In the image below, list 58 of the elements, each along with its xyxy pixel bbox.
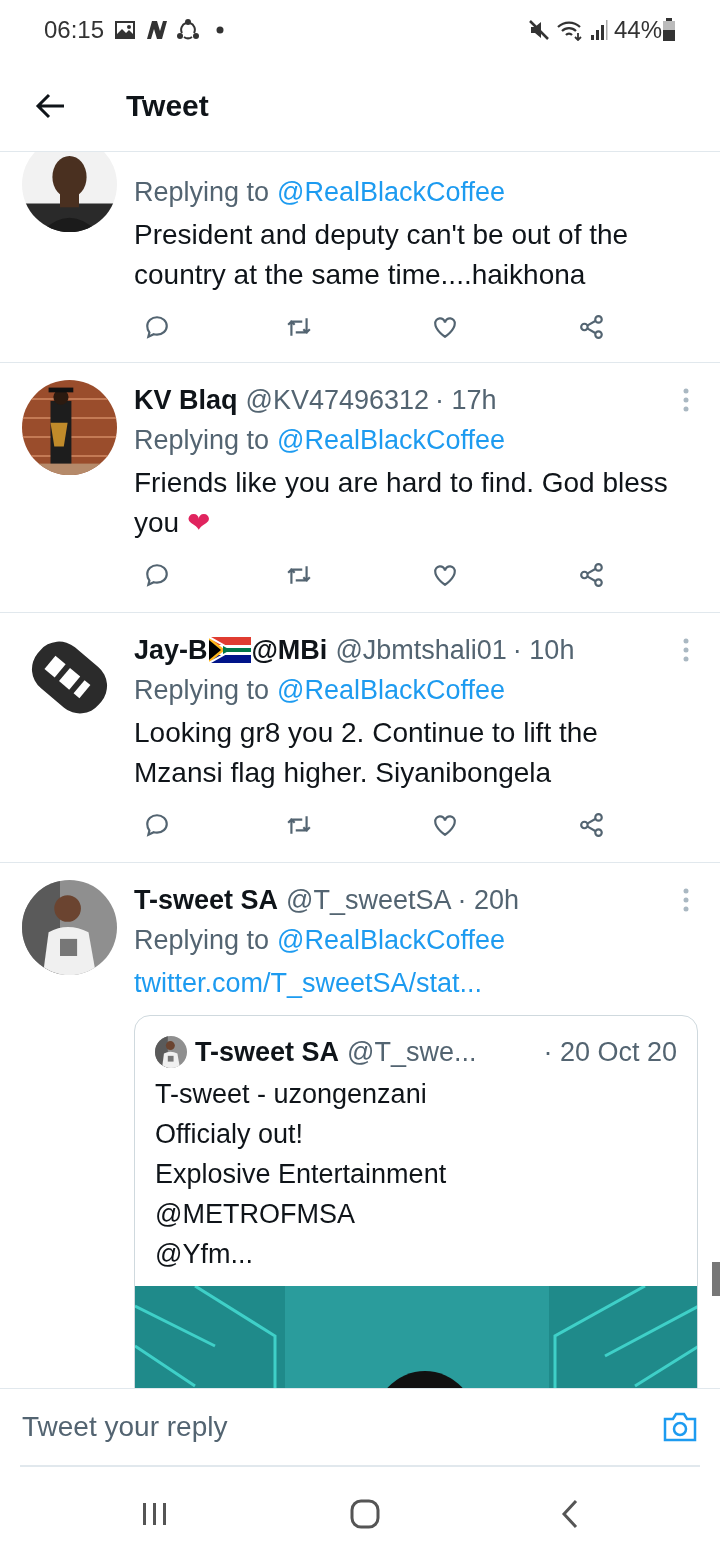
replying-label: Replying to xyxy=(134,175,270,209)
like-icon[interactable] xyxy=(432,812,458,838)
user-name: T-sweet SA xyxy=(195,1035,340,1069)
scrollbar-thumb[interactable] xyxy=(712,1262,720,1296)
back-arrow-icon xyxy=(34,91,66,120)
mention-link[interactable]: @RealBlackCoffee xyxy=(277,171,506,213)
mention-link[interactable]: @RealBlackCoffee xyxy=(277,669,506,711)
mention-link[interactable]: @RealBlackCoffee xyxy=(277,419,506,461)
reply-icon[interactable] xyxy=(144,314,170,340)
post-time: · 17h xyxy=(435,383,497,417)
quoted-text-line: @Yfm... xyxy=(155,1238,254,1271)
home-icon[interactable] xyxy=(350,1499,380,1529)
share-icon[interactable] xyxy=(579,314,605,340)
image-icon xyxy=(114,20,137,40)
user-name: Jay-B xyxy=(134,633,208,667)
flag-icon xyxy=(208,637,251,663)
mute-icon xyxy=(527,19,550,41)
reply-icon[interactable] xyxy=(144,812,170,838)
tweet-text: President and deputy can't be out of the country at the same time....haikhona xyxy=(134,218,630,292)
status-time: 06:15 xyxy=(44,15,105,45)
camera-icon[interactable] xyxy=(662,1411,698,1443)
quoted-tweet-card[interactable]: T-sweet SA @T_swe... · 20 Oct 20 T-sweet - uzongenzani Officialy out! Explosive Entertainment @METROFMSA @Yfm... xyxy=(134,1015,698,1388)
tweet-text: Looking gr8 you 2. Continue to lift the Mzansi flag higher. Siyanibongela xyxy=(134,716,599,790)
user-handle: @T_swe... xyxy=(347,1035,477,1069)
quoted-text-line: Explosive Entertainment xyxy=(155,1158,448,1191)
user-handle: @T_sweetSA xyxy=(286,883,452,917)
post-time: · 10h xyxy=(512,633,575,667)
user-handle: @KV47496312 xyxy=(245,383,430,417)
tweet-link[interactable]: twitter.com/T_sweetSA/stat... xyxy=(134,963,698,1003)
share-icon[interactable] xyxy=(579,812,605,838)
post-date: · 20 Oct 20 xyxy=(543,1035,677,1069)
mention-link[interactable]: @RealBlackCoffee xyxy=(277,919,506,961)
tweet-text: Friends like you are hard to find. God bless you ❤ xyxy=(134,466,669,541)
replying-label: Replying to xyxy=(134,423,270,457)
reply-icon[interactable] xyxy=(144,562,170,588)
post-time: · 20h xyxy=(457,883,520,917)
n-logo-icon xyxy=(144,20,169,40)
like-icon[interactable] xyxy=(432,562,458,588)
user-name: KV Blaq xyxy=(134,383,238,417)
quoted-text-line: Officialy out! xyxy=(155,1118,305,1151)
user-handle: @Jbmtshali01 xyxy=(335,633,507,667)
quoted-text-line: @METROFMSA xyxy=(155,1198,356,1231)
back-nav-icon[interactable] xyxy=(560,1499,580,1529)
battery-icon xyxy=(662,18,676,42)
user-name: @MBi xyxy=(251,633,328,667)
like-icon[interactable] xyxy=(432,314,458,340)
sync-icon xyxy=(176,19,201,41)
notification-dot-icon xyxy=(216,26,225,34)
user-name: T-sweet SA xyxy=(134,883,279,917)
quoted-text-line: T-sweet - uzongenzani xyxy=(155,1078,428,1111)
replying-label: Replying to xyxy=(134,673,270,707)
header-title: Tweet xyxy=(126,88,209,124)
share-icon[interactable] xyxy=(579,562,605,588)
reply-input[interactable]: Tweet your reply xyxy=(20,1397,650,1457)
battery-percent: 44% xyxy=(613,15,662,45)
signal-icon xyxy=(589,19,608,41)
replying-label: Replying to xyxy=(134,923,270,957)
wifi-icon xyxy=(555,19,584,41)
